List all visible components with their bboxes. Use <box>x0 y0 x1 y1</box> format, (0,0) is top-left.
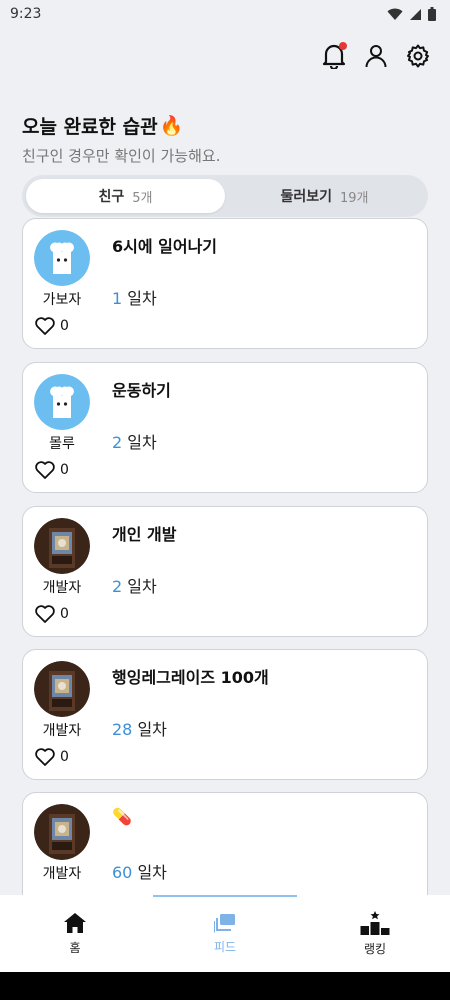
settings-button[interactable] <box>404 42 432 70</box>
fire-emoji: 🔥 <box>159 115 184 137</box>
streak-days: 2 <box>112 433 123 452</box>
heart-icon <box>35 748 55 766</box>
habit-card[interactable]: 몰루 운동하기 2 일차 0 <box>22 362 428 493</box>
user-icon <box>365 45 387 68</box>
avatar[interactable] <box>34 804 90 860</box>
nav-label-ranking: 랭킹 <box>363 941 387 956</box>
wifi-icon <box>387 8 403 20</box>
habit-title: 6시에 일어나기 <box>112 237 218 256</box>
habit-card[interactable]: 가보자 6시에 일어나기 1 일차 0 <box>22 218 428 349</box>
tab-explore-label: 둘러보기 <box>280 189 332 205</box>
tab-friends[interactable]: 친구 5개 <box>26 179 225 213</box>
status-icons <box>387 7 436 21</box>
avatar[interactable] <box>34 374 90 430</box>
photo-avatar-icon <box>34 661 90 717</box>
page-title: 오늘 완료한 습관 🔥 <box>22 112 220 139</box>
status-time: 9:23 <box>10 6 42 22</box>
habit-title: 행잉레그레이즈 100개 <box>112 668 269 687</box>
nav-item-feed[interactable]: 피드 <box>150 895 300 972</box>
streak-count: 1 일차 <box>112 285 157 309</box>
habit-title: 💊 <box>112 807 132 826</box>
streak-unit: 일차 <box>127 577 157 596</box>
streak-count: 2 일차 <box>112 429 157 453</box>
page-subtitle: 친구인 경우만 확인이 가능해요. <box>22 147 221 165</box>
habit-card[interactable]: 개발자 행잉레그레이즈 100개 28 일차 0 <box>22 649 428 780</box>
nav-label-feed: 피드 <box>213 939 237 954</box>
like-button[interactable]: 0 <box>35 317 69 335</box>
bottom-navigation: 홈 피드 랭킹 <box>0 895 450 972</box>
tab-explore[interactable]: 둘러보기 19개 <box>225 179 424 213</box>
tab-explore-count: 19개 <box>340 190 369 206</box>
streak-unit: 일차 <box>137 720 167 739</box>
like-count: 0 <box>60 606 69 622</box>
battery-icon <box>428 7 436 21</box>
nav-active-indicator <box>153 895 297 897</box>
section-header: 오늘 완료한 습관 🔥 친구인 경우만 확인이 가능해요. <box>22 112 220 166</box>
streak-count: 28 일차 <box>112 716 167 740</box>
streak-count: 2 일차 <box>112 573 157 597</box>
rabbit-icon <box>34 230 90 286</box>
like-count: 0 <box>60 462 69 478</box>
streak-unit: 일차 <box>127 289 157 308</box>
heart-icon <box>35 605 55 623</box>
author-name: 개발자 <box>42 866 82 882</box>
author-name: 개발자 <box>42 580 82 596</box>
author-name: 몰루 <box>49 436 75 452</box>
notification-badge <box>339 42 347 50</box>
feed-icon <box>214 913 235 932</box>
nav-item-ranking[interactable]: 랭킹 <box>300 895 450 972</box>
streak-unit: 일차 <box>127 433 157 452</box>
habit-title: 운동하기 <box>112 381 171 400</box>
streak-count: 60 일차 <box>112 859 167 883</box>
nav-item-home[interactable]: 홈 <box>0 895 150 972</box>
notification-button[interactable] <box>320 42 348 70</box>
avatar[interactable] <box>34 230 90 286</box>
tab-friends-label: 친구 <box>98 189 125 205</box>
like-button[interactable]: 0 <box>35 748 69 766</box>
author-name: 개발자 <box>42 723 82 739</box>
habit-card[interactable]: 개발자 개인 개발 2 일차 0 <box>22 506 428 637</box>
status-bar: 9:23 <box>0 0 450 28</box>
habit-title: 개인 개발 <box>112 525 177 544</box>
top-actions <box>320 42 432 70</box>
gear-icon <box>407 44 429 68</box>
ranking-icon <box>360 910 390 935</box>
tab-friends-count: 5개 <box>132 190 153 206</box>
feed-tabs: 친구 5개 둘러보기 19개 <box>22 175 428 217</box>
streak-unit: 일차 <box>137 863 167 882</box>
rabbit-icon <box>34 374 90 430</box>
profile-button[interactable] <box>362 42 390 70</box>
avatar[interactable] <box>34 518 90 574</box>
page-title-text: 오늘 완료한 습관 <box>22 116 158 138</box>
heart-icon <box>35 317 55 335</box>
system-navigation-bar <box>0 972 450 1000</box>
avatar[interactable] <box>34 661 90 717</box>
streak-days: 28 <box>112 720 133 739</box>
like-button[interactable]: 0 <box>35 461 69 479</box>
streak-days: 60 <box>112 863 133 882</box>
author-name: 가보자 <box>42 292 82 308</box>
photo-avatar-icon <box>34 804 90 860</box>
heart-icon <box>35 461 55 479</box>
like-count: 0 <box>60 749 69 765</box>
nav-label-home: 홈 <box>69 940 81 955</box>
photo-avatar-icon <box>34 518 90 574</box>
like-button[interactable]: 0 <box>35 605 69 623</box>
signal-icon <box>410 8 421 20</box>
home-icon <box>64 912 86 933</box>
streak-days: 2 <box>112 577 123 596</box>
like-count: 0 <box>60 318 69 334</box>
streak-days: 1 <box>112 289 123 308</box>
